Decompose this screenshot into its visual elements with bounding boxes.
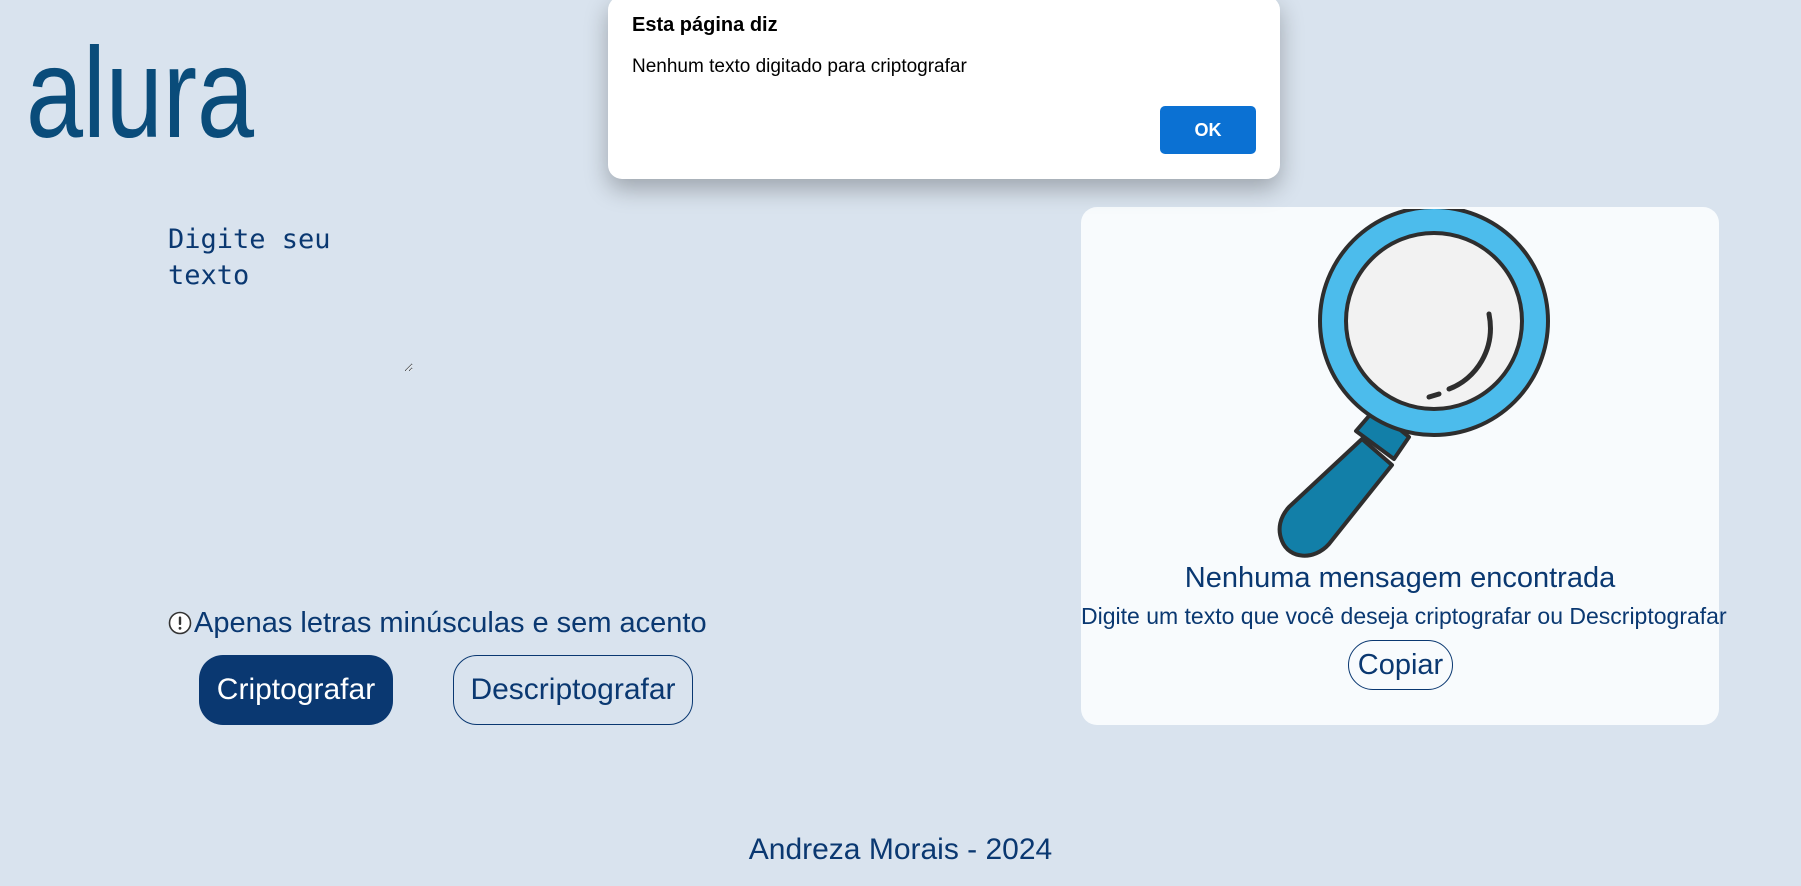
magnifying-glass-icon bbox=[1277, 209, 1550, 558]
copy-button[interactable]: Copiar bbox=[1348, 640, 1453, 690]
input-hint: Apenas letras minúsculas e sem acento bbox=[168, 603, 707, 643]
logo-text: alura bbox=[26, 25, 255, 145]
exclamation-circle-icon bbox=[168, 611, 192, 635]
empty-message-subtitle: Digite um texto que você deseja criptogr… bbox=[1081, 603, 1727, 629]
dialog-title: Esta página diz bbox=[632, 14, 778, 36]
encrypt-button[interactable]: Criptografar bbox=[199, 655, 393, 725]
hint-text: Apenas letras minúsculas e sem acento bbox=[194, 606, 707, 639]
footer-credit: Andreza Morais - 2024 bbox=[748, 833, 1053, 866]
alura-logo: alura bbox=[26, 25, 256, 145]
empty-message-title: Nenhuma mensagem encontrada bbox=[1184, 562, 1616, 594]
text-input[interactable] bbox=[168, 222, 413, 372]
alert-dialog: Esta página diz Nenhum texto digitado pa… bbox=[608, 0, 1280, 179]
decrypt-button[interactable]: Descriptografar bbox=[453, 655, 693, 725]
dialog-ok-button[interactable]: OK bbox=[1160, 106, 1256, 154]
output-panel: Nenhuma mensagem encontrada Digite um te… bbox=[1081, 207, 1727, 725]
dialog-message: Nenhum texto digitado para criptografar bbox=[632, 56, 967, 77]
